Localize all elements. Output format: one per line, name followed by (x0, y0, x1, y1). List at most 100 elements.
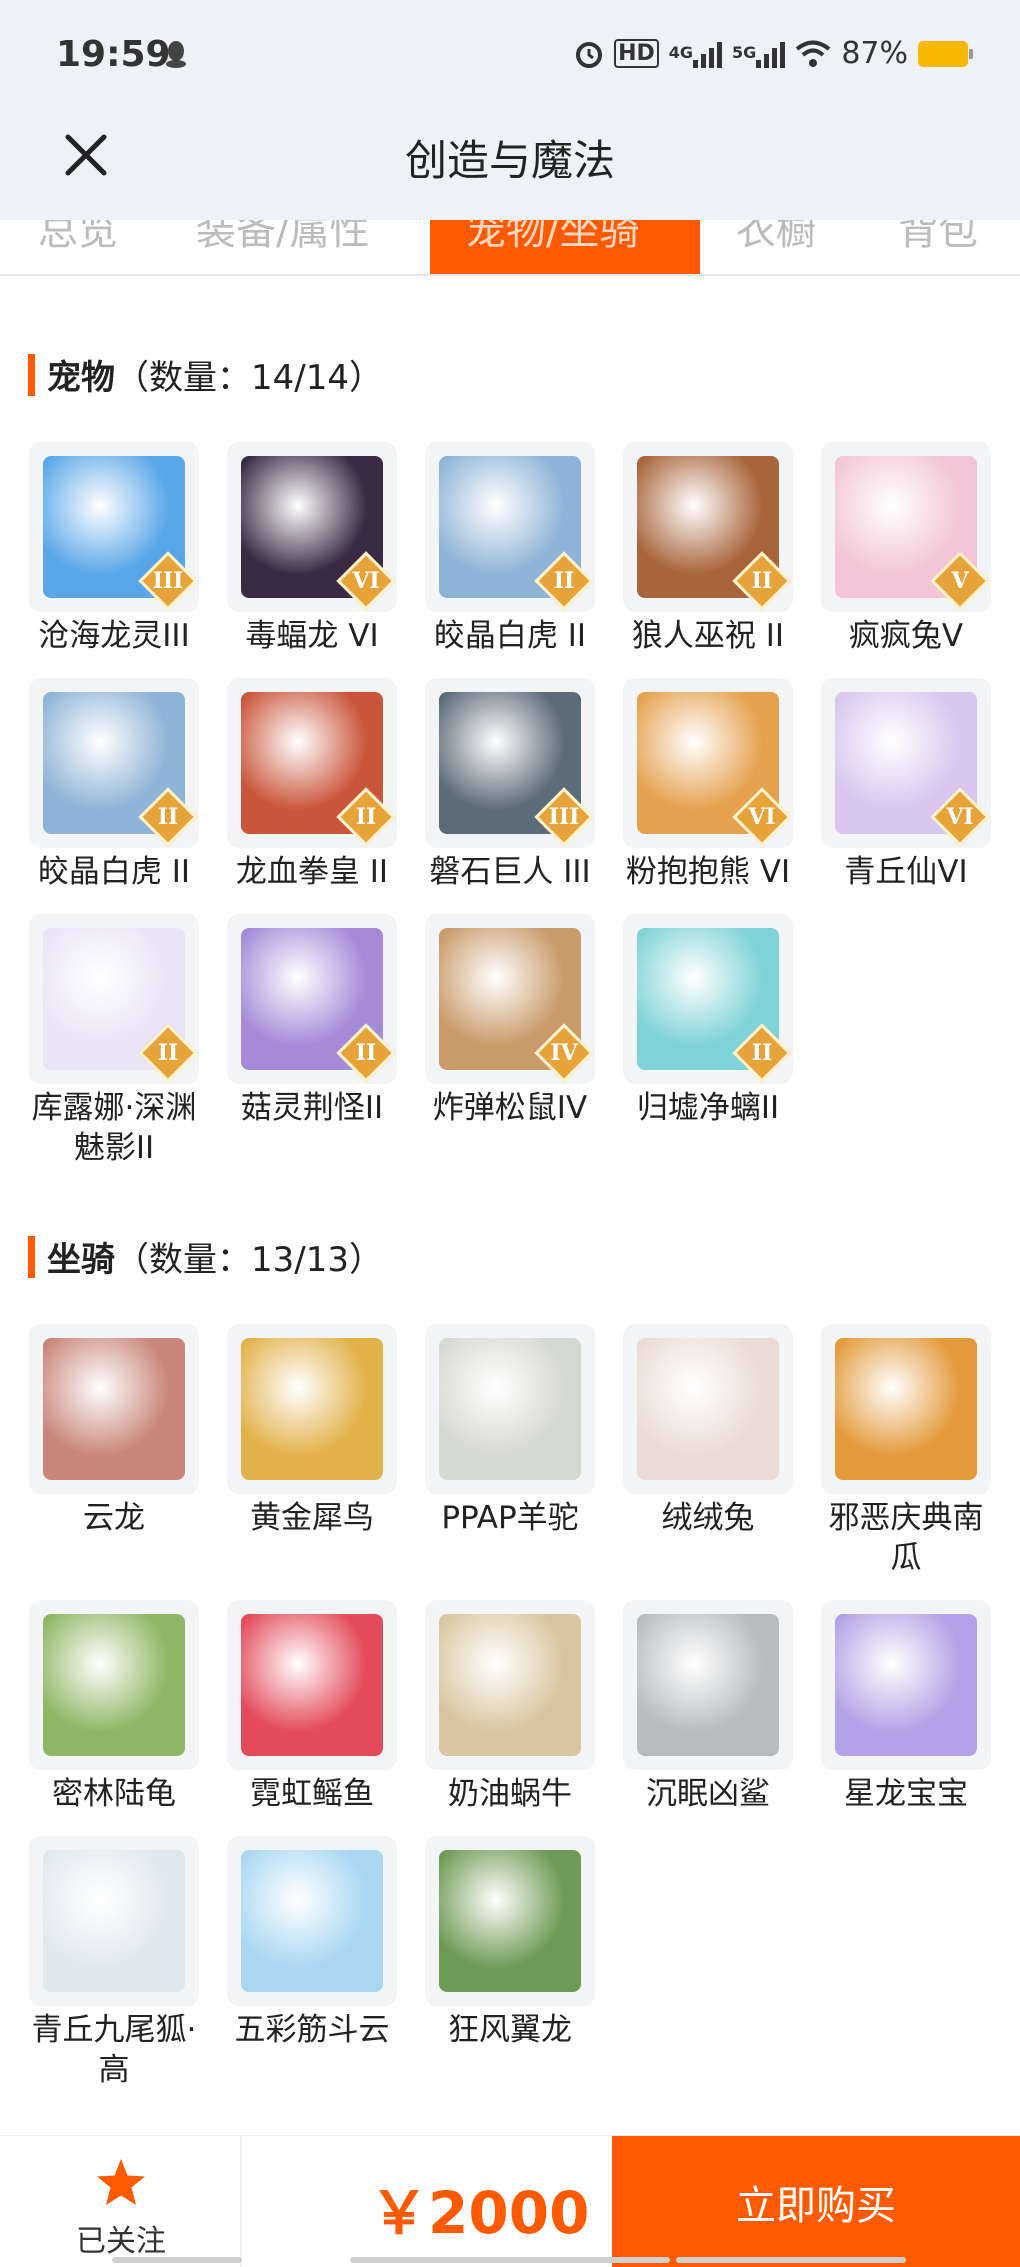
pet-item[interactable]: VI 粉抱抱熊 VI (620, 678, 796, 892)
mount-item[interactable]: 密林陆龟 (26, 1600, 202, 1814)
pet-item[interactable]: II 狼人巫祝 II (620, 442, 796, 656)
section-accent-bar (28, 353, 35, 396)
mounts-section-header: 坐骑 （数量：13/13） (28, 1232, 383, 1281)
pet-thumbnail: II (227, 914, 397, 1084)
mount-name: 奶油蜗牛 (448, 1776, 572, 1812)
tab-equipment[interactable]: 装备/属性 (196, 220, 369, 256)
mount-item[interactable]: 绒绒兔 (620, 1324, 796, 1538)
mount-item[interactable]: 沉眠凶鲨 (620, 1600, 796, 1814)
pet-item[interactable]: II 皎晶白虎 II (26, 678, 202, 892)
mount-thumbnail (821, 1324, 991, 1494)
mount-item[interactable]: 云龙 (26, 1324, 202, 1538)
pet-name: 菇灵荆怪II (240, 1090, 384, 1126)
signal-5g-icon: 5G (732, 40, 786, 68)
pets-section-count: （数量：14/14） (115, 358, 383, 398)
pet-thumbnail: II (623, 914, 793, 1084)
pet-thumbnail: VI (623, 678, 793, 848)
rank-badge-label: II (751, 568, 773, 594)
pet-thumbnail: VI (821, 678, 991, 848)
close-button[interactable] (56, 125, 116, 185)
tab-backpack[interactable]: 背包 (898, 220, 978, 256)
mount-item[interactable]: 邪恶庆典南瓜 (818, 1324, 994, 1578)
mount-thumbnail (623, 1324, 793, 1494)
tab-bar: 总览 装备/属性 宠物/坐骑 衣橱 背包 (0, 220, 1020, 276)
pet-item[interactable]: II 库露娜·深渊魅影II (26, 914, 202, 1168)
pet-thumbnail: III (29, 442, 199, 612)
mount-image (43, 1614, 185, 1756)
pet-name: 归墟净螭II (636, 1090, 780, 1126)
mount-item[interactable]: 五彩筋斗云 (224, 1836, 400, 2050)
mount-name: 五彩筋斗云 (234, 2012, 390, 2048)
pet-thumbnail: V (821, 442, 991, 612)
mount-item[interactable]: 奶油蜗牛 (422, 1600, 598, 1814)
close-icon (65, 134, 107, 176)
gesture-bar (676, 2257, 906, 2263)
mount-name: 绒绒兔 (661, 1500, 755, 1536)
mount-name: 云龙 (83, 1500, 145, 1536)
rank-badge-label: II (157, 1040, 179, 1066)
signal-4g-icon: 4G (669, 40, 723, 68)
pet-item[interactable]: II 皎晶白虎 II (422, 442, 598, 656)
mount-name: 沉眠凶鲨 (646, 1776, 770, 1812)
wifi-icon (796, 40, 831, 67)
mount-name: 邪恶庆典南瓜 (828, 1500, 984, 1576)
pet-item[interactable]: II 归墟净螭II (620, 914, 796, 1128)
price: ￥2000 (370, 2179, 590, 2247)
mount-item[interactable]: 黄金犀鸟 (224, 1324, 400, 1538)
mount-item[interactable]: 星龙宝宝 (818, 1600, 994, 1814)
mount-thumbnail (425, 1324, 595, 1494)
mount-image (835, 1338, 977, 1480)
pet-item[interactable]: VI 青丘仙VI (818, 678, 994, 892)
mount-image (439, 1850, 581, 1992)
pet-item[interactable]: IV 炸弹松鼠IV (422, 914, 598, 1128)
rank-badge-label: II (157, 804, 179, 830)
mount-item[interactable]: 青丘九尾狐·高 (26, 1836, 202, 2090)
follow-button[interactable]: 已关注 (0, 2136, 242, 2267)
title-bar: 创造与魔法 (0, 115, 1020, 220)
mount-item[interactable]: PPAP羊驼 (422, 1324, 598, 1538)
mount-item[interactable]: 霓虹鳐鱼 (224, 1600, 400, 1814)
tab-pets-mounts[interactable]: 宠物/坐骑 (430, 220, 700, 274)
pet-name: 皎晶白虎 II (433, 618, 587, 654)
pet-item[interactable]: III 沧海龙灵III (26, 442, 202, 656)
pet-item[interactable]: II 龙血拳皇 II (224, 678, 400, 892)
tab-overview[interactable]: 总览 (38, 220, 118, 256)
status-icons: HD 4G 5G 87% (574, 36, 973, 71)
rank-badge-label: IV (550, 1040, 578, 1066)
pet-name: 毒蝠龙 VI (245, 618, 379, 654)
alarm-icon (576, 41, 603, 68)
mount-image (241, 1338, 383, 1480)
pet-name: 青丘仙VI (844, 854, 968, 890)
mount-thumbnail (29, 1600, 199, 1770)
mount-image (43, 1850, 185, 1992)
rank-badge-label: VI (946, 804, 974, 830)
pet-item[interactable]: III 磐石巨人 III (422, 678, 598, 892)
mount-image (241, 1850, 383, 1992)
mount-thumbnail (29, 1836, 199, 2006)
tab-wardrobe[interactable]: 衣橱 (736, 220, 816, 256)
buy-now-button[interactable]: 立即购买 (612, 2136, 1020, 2267)
mount-item[interactable]: 狂风翼龙 (422, 1836, 598, 2050)
pet-thumbnail: II (623, 442, 793, 612)
section-accent-bar (28, 1235, 35, 1278)
pet-name: 疯疯兔V (848, 618, 964, 654)
mount-image (43, 1338, 185, 1480)
mount-image (439, 1338, 581, 1480)
mount-thumbnail (425, 1600, 595, 1770)
rank-badge-label: II (355, 804, 377, 830)
pet-item[interactable]: II 菇灵荆怪II (224, 914, 400, 1128)
mount-name: 黄金犀鸟 (250, 1500, 374, 1536)
status-time: 19:59 (56, 34, 171, 75)
rank-badge-label: III (152, 568, 184, 594)
pet-thumbnail: II (29, 678, 199, 848)
mount-name: 狂风翼龙 (448, 2012, 572, 2048)
pet-name: 库露娜·深渊魅影II (31, 1090, 197, 1166)
star-icon (97, 2159, 145, 2205)
gesture-bar (350, 2257, 670, 2263)
pet-item[interactable]: V 疯疯兔V (818, 442, 994, 656)
pet-item[interactable]: VI 毒蝠龙 VI (224, 442, 400, 656)
mount-name: PPAP羊驼 (441, 1500, 579, 1536)
pet-thumbnail: VI (227, 442, 397, 612)
pet-thumbnail: II (29, 914, 199, 1084)
tab-pets-mounts-label: 宠物/坐骑 (466, 220, 640, 254)
